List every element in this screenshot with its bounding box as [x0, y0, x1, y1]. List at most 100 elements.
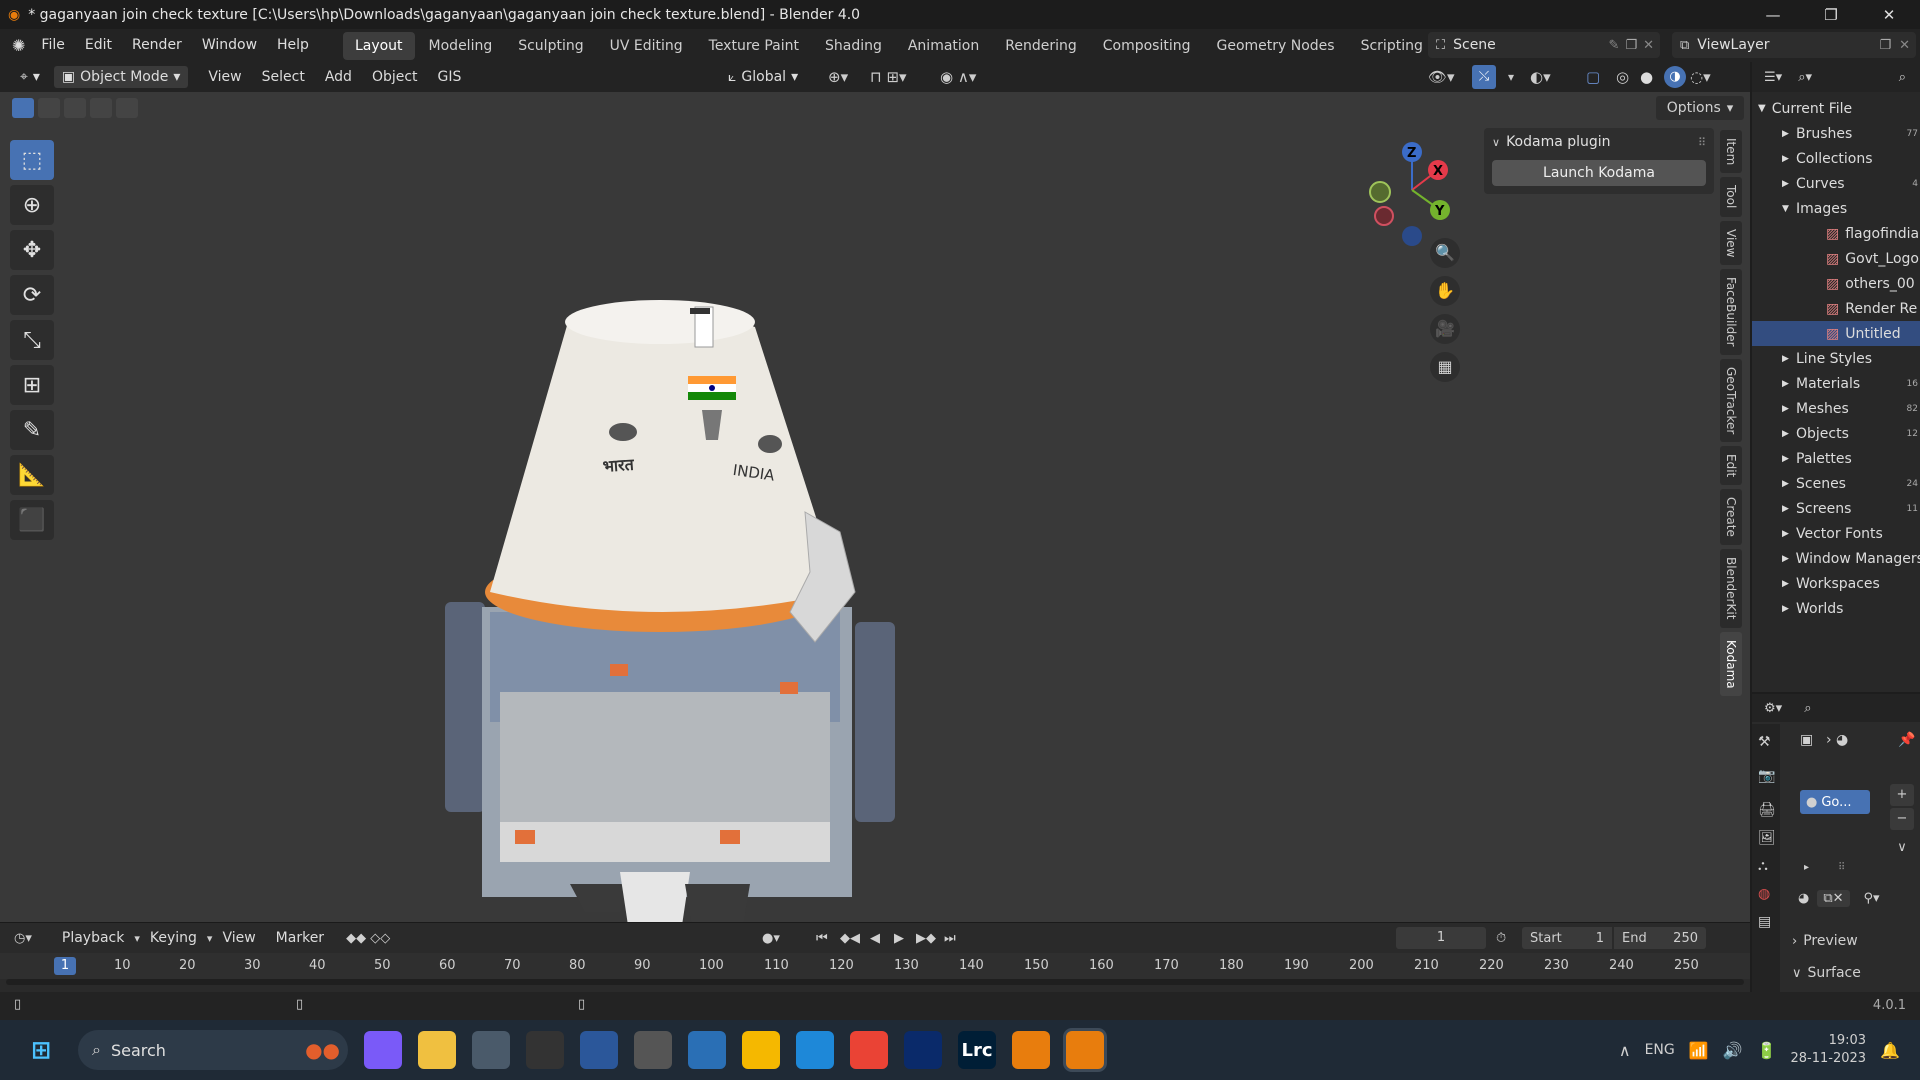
menu-edit[interactable]: Edit [75, 29, 122, 62]
tab-create[interactable]: Create [1720, 489, 1742, 546]
chevron-right-icon[interactable]: ▶ [1782, 454, 1796, 464]
viewport-menu-add[interactable]: Add [315, 69, 362, 85]
tab-scripting[interactable]: Scripting [1349, 32, 1435, 60]
chevron-down-icon[interactable]: ▼ [1782, 204, 1796, 214]
taskbar-app-explorer[interactable] [418, 1031, 456, 1069]
timeline-menu-marker[interactable]: Marker [266, 930, 334, 946]
gizmo-neg-x-axis[interactable] [1374, 206, 1394, 226]
preview-section[interactable]: › Preview [1792, 928, 1920, 954]
drag-handle-icon[interactable]: ⠿ [1698, 136, 1706, 149]
launch-kodama-button[interactable]: Launch Kodama [1492, 160, 1706, 186]
search-icon[interactable]: ⌕ [1804, 701, 1811, 716]
surface-section[interactable]: ∨ Surface [1792, 960, 1920, 986]
chevron-down-icon[interactable]: ▾ [1508, 70, 1514, 84]
tab-kodama[interactable]: Kodama [1720, 631, 1742, 697]
object-icon[interactable]: ▣ [1800, 732, 1813, 748]
outliner-item[interactable]: ▨ others_00 [1752, 271, 1920, 296]
chevron-right-icon[interactable]: ▶ [1782, 179, 1796, 189]
tab-facebuilder[interactable]: FaceBuilder [1720, 269, 1742, 355]
outliner-item[interactable]: ▨ Govt_Logo [1752, 246, 1920, 271]
move-tool[interactable]: ✥ [10, 230, 54, 270]
wifi-icon[interactable]: 📶 [1689, 1041, 1709, 1060]
select-new-icon[interactable] [12, 98, 34, 118]
tab-rendering[interactable]: Rendering [993, 32, 1089, 60]
taskbar-app-obs[interactable] [526, 1031, 564, 1069]
search-icon[interactable]: ⌕ [1899, 70, 1906, 85]
playhead[interactable]: 1 [54, 957, 76, 975]
outliner-item[interactable]: ▶ Meshes 82 [1752, 396, 1920, 421]
taskbar-app-edge[interactable] [796, 1031, 834, 1069]
taskbar-app-chrome[interactable] [850, 1031, 888, 1069]
editor-type-button[interactable]: ⌖ ▾ [12, 66, 48, 88]
cursor-tool[interactable]: ⊕ [10, 185, 54, 225]
scene-remove-icon[interactable]: ✕ [1643, 38, 1654, 53]
outliner-item[interactable]: ▶ Screens 11 [1752, 496, 1920, 521]
material-shading-icon[interactable]: ◑ [1664, 66, 1686, 88]
output-icon[interactable]: 🖨 [1758, 802, 1776, 818]
tab-blenderkit[interactable]: BlenderKit [1720, 549, 1742, 628]
chevron-right-icon[interactable]: ▶ [1782, 604, 1796, 614]
select-invert-icon[interactable] [90, 98, 112, 118]
gizmo-neg-z-axis[interactable] [1402, 226, 1422, 246]
tab-compositing[interactable]: Compositing [1091, 32, 1203, 60]
orientation-dropdown[interactable]: ⟀ Global ▾ [720, 66, 806, 88]
material-browse-icon[interactable]: ◕ [1798, 891, 1809, 906]
menu-render[interactable]: Render [122, 29, 192, 62]
kodama-panel-header[interactable]: ∨ Kodama plugin ⠿ [1484, 128, 1714, 156]
outliner-item[interactable]: ▨ flagofindia [1752, 221, 1920, 246]
frame-ruler[interactable]: 1 10 20 30 40 50 60 70 80 90 100 110 120 130 140 150 16… [0, 953, 1750, 979]
chevron-right-icon[interactable]: ▶ [1782, 154, 1796, 164]
minimize-button[interactable]: — [1744, 0, 1802, 29]
taskbar-app-lrc[interactable]: Lrc [958, 1031, 996, 1069]
maximize-button[interactable]: ❐ [1802, 0, 1860, 29]
view-layer-icon[interactable]: 🖼 [1758, 830, 1776, 846]
slot-menu-button[interactable]: ∨ [1890, 840, 1914, 862]
tab-animation[interactable]: Animation [896, 32, 991, 60]
menu-help[interactable]: Help [267, 29, 319, 62]
taskbar-search[interactable]: ⌕ Search ●● [78, 1030, 348, 1070]
wireframe-shading-icon[interactable]: ◎ [1616, 68, 1629, 86]
scene-pin-icon[interactable]: ✎ [1609, 38, 1620, 53]
chevron-right-icon[interactable]: ▶ [1782, 479, 1796, 489]
tab-shading[interactable]: Shading [813, 32, 894, 60]
transform-tool[interactable]: ⊞ [10, 365, 54, 405]
menu-file[interactable]: File [31, 29, 74, 62]
outliner-item[interactable]: ▶ Line Styles [1752, 346, 1920, 371]
editor-type-icon[interactable]: ⚙▾ [1764, 701, 1782, 716]
outliner-root[interactable]: ▼ Current File [1752, 96, 1920, 121]
tab-modeling[interactable]: Modeling [417, 32, 505, 60]
chevron-up-icon[interactable]: ∧ [1619, 1041, 1631, 1060]
start-frame-field[interactable]: Start 1 [1522, 927, 1612, 949]
play-icon[interactable]: ▶ [894, 931, 904, 946]
current-frame-field[interactable]: 1 [1396, 927, 1486, 949]
keyframe-icons[interactable]: ◆◆ ◇◇ [346, 931, 390, 946]
stopwatch-icon[interactable]: ⏱ [1496, 931, 1506, 946]
jump-start-icon[interactable]: ⏮ [816, 931, 828, 946]
overlay-icon[interactable]: ◐▾ [1530, 68, 1551, 86]
outliner-item[interactable]: ▶ Worlds [1752, 596, 1920, 621]
close-button[interactable]: ✕ [1860, 0, 1918, 29]
world-icon[interactable]: ◍ [1758, 886, 1774, 902]
render-icon[interactable]: 📷 [1758, 768, 1775, 784]
language-indicator[interactable]: ENG [1645, 1042, 1675, 1058]
view-layer-remove-icon[interactable]: ✕ [1899, 38, 1910, 53]
options-dropdown[interactable]: Options ▾ [1656, 96, 1744, 120]
taskbar-app-photos[interactable] [688, 1031, 726, 1069]
viewport-menu-object[interactable]: Object [362, 69, 428, 85]
outliner-item[interactable]: ▶ Collections [1752, 146, 1920, 171]
tool-settings-icon[interactable]: ⚒ [1758, 734, 1774, 750]
battery-icon[interactable]: 🔋 [1757, 1041, 1777, 1060]
material-slot[interactable]: ● Go... [1800, 790, 1870, 814]
camera-icon[interactable]: 🎥 [1430, 314, 1460, 344]
node-filter-icon[interactable]: ⚲▾ [1864, 891, 1880, 906]
chevron-right-icon[interactable]: ▶ [1782, 404, 1796, 414]
taskbar-app-copilot[interactable] [364, 1031, 402, 1069]
annotate-tool[interactable]: ✎ [10, 410, 54, 450]
pin-icon[interactable]: 📌 [1898, 732, 1915, 748]
outliner-item[interactable]: ▶ Curves 4 [1752, 171, 1920, 196]
measure-tool[interactable]: 📐 [10, 455, 54, 495]
tab-layout[interactable]: Layout [342, 31, 415, 60]
outliner-item[interactable]: ▶ Materials 16 [1752, 371, 1920, 396]
copy-material-icon[interactable]: ⧉✕ [1817, 890, 1850, 907]
scene-new-icon[interactable]: ❐ [1625, 38, 1637, 53]
